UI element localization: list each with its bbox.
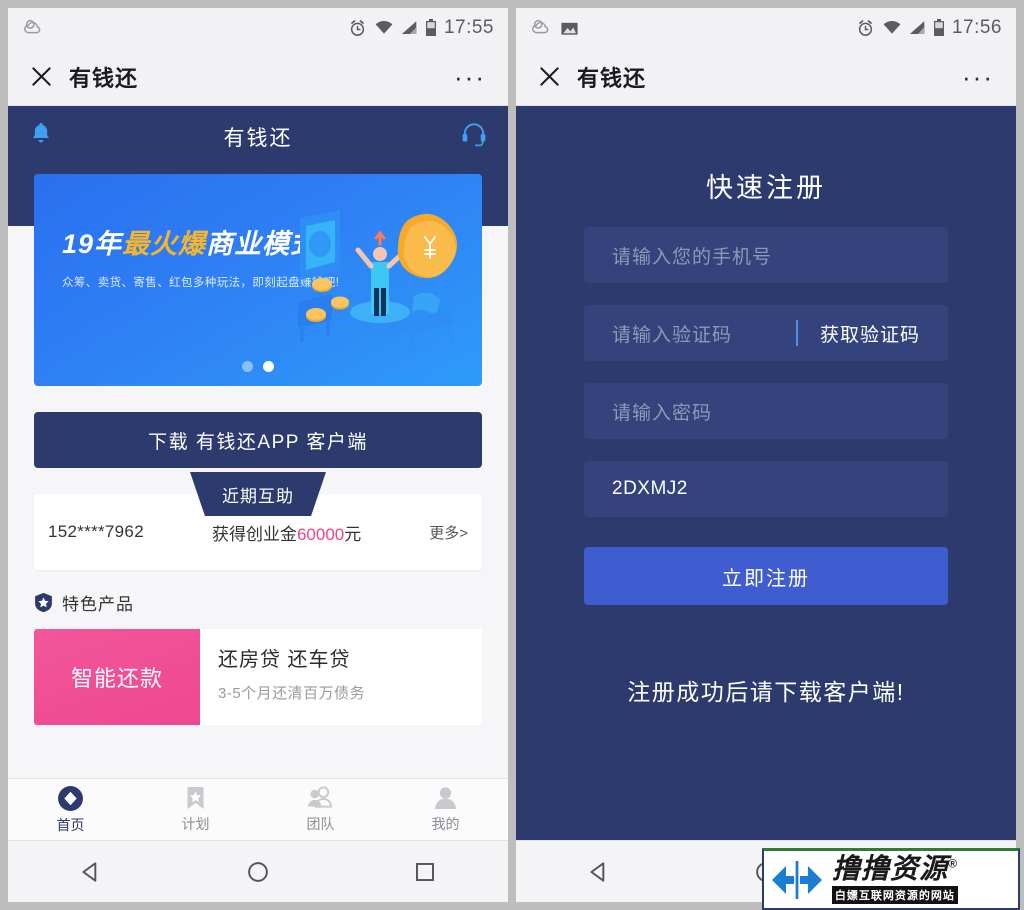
carousel-dot-active[interactable] [263,361,274,372]
recent-help-tag: 近期互助 [190,472,326,516]
register-page: 快速注册 请输入您的手机号 请输入验证码 获取验证码 请输入密码 2DXMJ2 … [516,106,1016,840]
battery-icon [425,19,436,36]
team-icon [307,786,333,808]
webview-menu-button[interactable]: ··· [454,64,486,90]
help-amount-value: 60000 [296,524,345,544]
banner-title: 19年最火爆商业模式 [62,222,318,261]
banner-title-highlight: 最火爆 [122,229,207,259]
tab-plan-label: 计划 [181,816,210,832]
product-card[interactable]: 智能还款 还房贷 还车贷 3-5个月还清百万债务 [34,629,482,725]
watermark-text: 撸撸资源® 白嫖互联网资源的网站 [832,855,958,904]
back-triangle-icon[interactable] [586,859,612,885]
status-bar-right-icons: 17:56 [856,17,1002,39]
tab-home-label: 首页 [56,816,85,833]
status-bar: 17:56 [516,8,1016,48]
recent-help-section: 近期互助 152****7962 获得创业金60000元 更多> [34,472,482,570]
masked-phone-number: 152****7962 [48,522,144,541]
signal-icon [909,21,925,34]
carousel-dots[interactable] [34,361,482,372]
bookmark-star-icon [187,787,204,809]
feature-products-section: 特色产品 智能还款 还房贷 还车贷 3-5个月还清百万债务 [8,590,508,725]
status-bar-clock: 17:55 [443,17,494,38]
app-content: 有钱还 19年最火爆商业模式 众筹、卖货、寄售、红包多种玩法，即刻起盘赚钱吧! [8,106,508,840]
watermark-registered-mark: ® [948,856,958,871]
download-app-button[interactable]: 下载 有钱还APP 客户端 [34,412,482,468]
close-icon[interactable] [30,65,53,88]
product-badge: 智能还款 [34,629,200,725]
status-bar-left-icons [22,17,44,39]
right-phone-screenshot: 17:56 有钱还 ··· 快速注册 请输入您的手机号 请输入验证码 获取验证码 [516,8,1016,902]
webview-title: 有钱还 [577,65,647,91]
phone-input-placeholder: 请输入您的手机号 [612,246,773,268]
webview-menu-button[interactable]: ··· [962,64,994,90]
banner-slide[interactable]: 19年最火爆商业模式 众筹、卖货、寄售、红包多种玩法，即刻起盘赚钱吧! [34,174,482,386]
code-divider [795,320,798,346]
get-code-label: 获取验证码 [819,324,920,346]
register-title: 快速注册 [706,173,826,203]
feature-section-title: 特色产品 [62,595,134,614]
wifi-icon [375,20,393,34]
weather-cloud-icon [532,19,549,34]
more-link[interactable]: 更多> [429,522,468,543]
sms-code-placeholder: 请输入验证码 [612,324,733,346]
watermark-logo-icon [772,860,822,899]
banner-illustration-icon [298,210,458,351]
get-code-button[interactable]: 获取验证码 [795,320,920,347]
feature-section-header: 特色产品 [34,590,482,615]
watermark-title: 撸撸资源® [832,855,958,883]
webview-title-bar: 有钱还 ··· [516,48,1016,106]
tab-team-label: 团队 [306,816,335,832]
image-icon [561,22,578,35]
screenshot-stage: 17:55 有钱还 ··· 有钱还 19年最火爆商业模式 众筹、卖货、寄售、红包… [0,0,1024,910]
tab-team[interactable]: 团队 [258,779,383,840]
invite-code-input[interactable]: 2DXMJ2 [584,461,948,517]
site-watermark: 撸撸资源® 白嫖互联网资源的网站 [762,848,1020,910]
tab-home[interactable]: 首页 [8,779,133,840]
recents-square-icon[interactable] [412,859,438,885]
app-title: 有钱还 [223,127,293,150]
password-input-placeholder: 请输入密码 [612,402,713,424]
webview-title: 有钱还 [69,65,139,91]
home-circle-icon[interactable] [245,859,271,885]
left-phone-screenshot: 17:55 有钱还 ··· 有钱还 19年最火爆商业模式 众筹、卖货、寄售、红包… [8,8,508,902]
banner-carousel[interactable]: 19年最火爆商业模式 众筹、卖货、寄售、红包多种玩法，即刻起盘赚钱吧! [8,174,508,386]
product-title: 还房贷 还车贷 [218,649,351,671]
product-description: 3-5个月还清百万债务 [218,685,366,702]
sms-code-input[interactable]: 请输入验证码 获取验证码 [584,305,948,361]
watermark-title-text: 撸撸资源 [832,853,949,884]
register-submit-button[interactable]: 立即注册 [584,547,948,605]
status-bar-left-icons [530,17,579,39]
help-amount-text: 获得创业金60000元 [144,520,429,545]
tab-mine-label: 我的 [431,816,460,832]
status-bar-right-icons: 17:55 [348,17,494,39]
webview-title-bar: 有钱还 ··· [8,48,508,106]
status-bar: 17:55 [8,8,508,48]
weather-cloud-icon [24,19,41,34]
shield-star-icon [35,592,52,613]
tab-mine[interactable]: 我的 [383,779,508,840]
signal-icon [401,21,417,34]
help-amount-prefix: 获得创业金 [211,524,297,544]
back-triangle-icon[interactable] [78,859,104,885]
invite-code-value: 2DXMJ2 [612,478,688,499]
person-icon [435,787,456,809]
register-note: 注册成功后请下载客户端! [627,679,905,705]
close-icon[interactable] [538,65,561,88]
product-info: 还房贷 还车贷 3-5个月还清百万债务 [200,629,365,725]
tab-plan[interactable]: 计划 [133,779,258,840]
alarm-icon [350,19,365,36]
android-nav-bar[interactable] [8,840,508,902]
watermark-subtitle: 白嫖互联网资源的网站 [832,886,958,904]
help-amount-suffix: 元 [344,524,362,544]
banner-title-prefix: 19年 [62,229,123,259]
alarm-icon [858,19,873,36]
wifi-icon [883,20,901,34]
battery-icon [933,19,944,36]
home-diamond-icon [58,785,83,811]
carousel-dot[interactable] [242,361,253,372]
phone-input[interactable]: 请输入您的手机号 [584,227,948,283]
bottom-tab-bar[interactable]: 首页 计划 团队 我的 [8,778,508,840]
status-bar-clock: 17:56 [951,17,1002,38]
password-input[interactable]: 请输入密码 [584,383,948,439]
